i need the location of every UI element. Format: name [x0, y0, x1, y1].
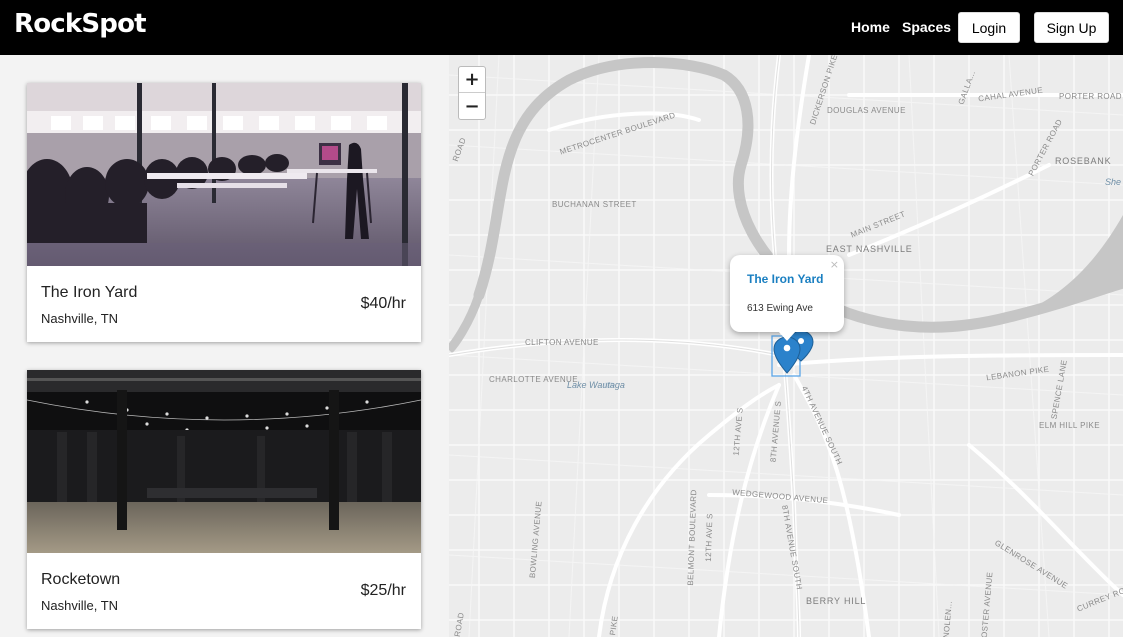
popup-title[interactable]: The Iron Yard — [747, 272, 823, 286]
venue-photo — [27, 370, 421, 553]
nav-link-spaces[interactable]: Spaces — [902, 19, 951, 35]
listing-photo[interactable] — [27, 83, 421, 266]
map-label: CHARLOTTE AVENUE — [489, 375, 578, 384]
listing-info: Rocketown Nashville, TN $25/hr — [27, 553, 421, 629]
map-area-label: ROSEBANK — [1055, 156, 1112, 166]
listing-price: $40/hr — [360, 295, 406, 312]
navbar: RockSpot Home Spaces Login Sign Up — [0, 0, 1123, 55]
zoom-control: + − — [458, 66, 486, 120]
popup-tip — [778, 331, 796, 341]
listing-card[interactable]: Rocketown Nashville, TN $25/hr — [27, 370, 421, 629]
zoom-in-button[interactable]: + — [459, 67, 485, 93]
listing-photo[interactable] — [27, 370, 421, 553]
brand-logo[interactable]: RockSpot — [14, 9, 147, 39]
map-area-label: EAST NASHVILLE — [826, 244, 913, 254]
map-label: Lake Wautaga — [567, 380, 625, 390]
listing-city: Nashville, TN — [41, 311, 119, 326]
map-label: DOUGLAS AVENUE — [827, 106, 906, 115]
login-button[interactable]: Login — [958, 12, 1020, 43]
classroom-photo — [27, 83, 421, 266]
map-label: PORTER ROAD — [1059, 92, 1122, 101]
listing-name[interactable]: Rocketown — [41, 571, 120, 589]
listing-card[interactable]: The Iron Yard Nashville, TN $40/hr — [27, 83, 421, 342]
map-view[interactable]: METROCENTER BOULEVARD BUCHANAN STREET DO… — [449, 55, 1123, 637]
map-popup: × The Iron Yard 613 Ewing Ave — [730, 255, 844, 341]
signup-button[interactable]: Sign Up — [1034, 12, 1109, 43]
close-icon[interactable]: × — [830, 258, 839, 271]
map-label: 12TH AVE S — [703, 513, 715, 562]
map-label: ELM HILL PIKE — [1039, 421, 1100, 430]
popup-address: 613 Ewing Ave — [747, 303, 813, 314]
listing-price: $25/hr — [360, 582, 406, 599]
nav-link-home[interactable]: Home — [851, 19, 890, 35]
listing-info: The Iron Yard Nashville, TN $40/hr — [27, 266, 421, 342]
listing-name[interactable]: The Iron Yard — [41, 284, 137, 302]
map-label: She — [1105, 177, 1122, 187]
map-area-label: BERRY HILL — [806, 596, 867, 606]
zoom-out-button[interactable]: − — [459, 93, 485, 119]
listing-city: Nashville, TN — [41, 598, 119, 613]
map-label: BUCHANAN STREET — [552, 200, 637, 209]
map-label: CLIFTON AVENUE — [525, 338, 599, 347]
listing-pane: The Iron Yard Nashville, TN $40/hr Rocke… — [0, 55, 449, 637]
